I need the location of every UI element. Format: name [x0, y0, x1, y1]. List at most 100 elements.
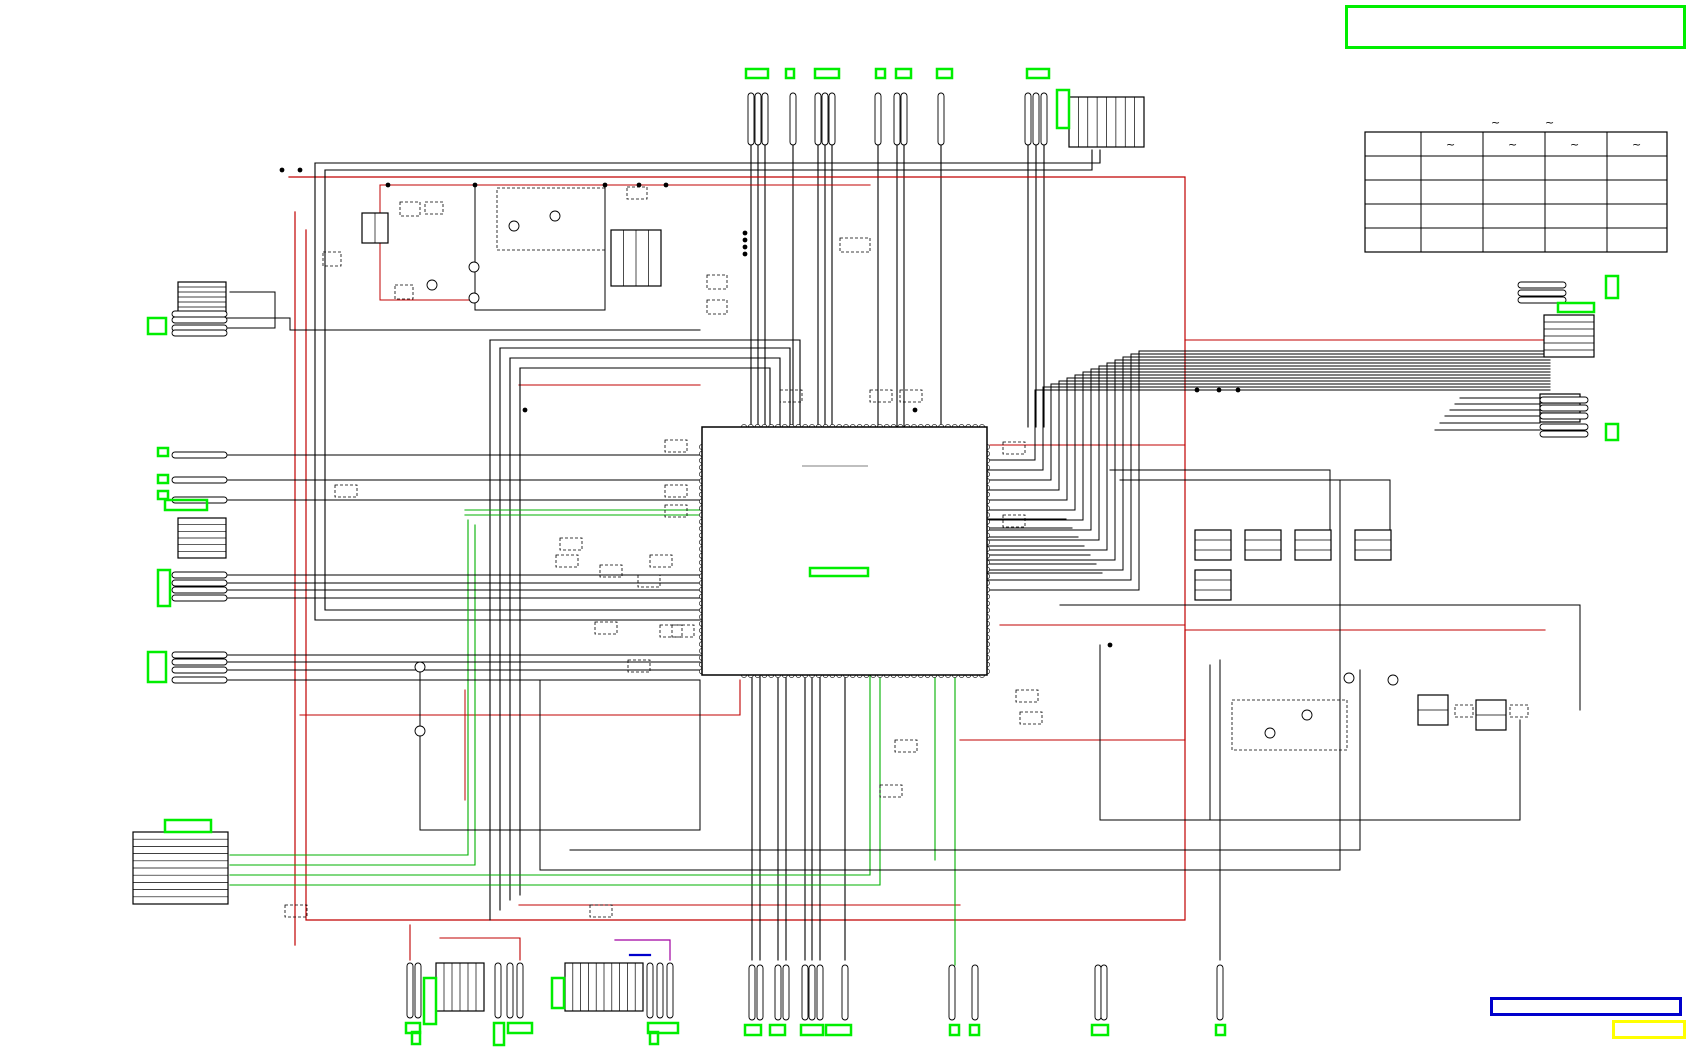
- bottom-connector-pin: [816, 964, 824, 1021]
- top-connector-pin: [821, 92, 829, 146]
- bottom-connector-pin: [1100, 964, 1108, 1021]
- left-connector-tag: [156, 473, 170, 485]
- wire: [519, 367, 771, 428]
- dashed-part: [894, 739, 918, 753]
- signal-wire: [229, 674, 871, 876]
- wire: [474, 184, 606, 311]
- right-connector-tag: [1604, 274, 1620, 300]
- relay-coil: [1294, 529, 1332, 561]
- main-ic-package: [701, 426, 988, 676]
- transistor-q5: [426, 279, 438, 291]
- top-connector-tag: [935, 67, 954, 80]
- dashed-part: [664, 439, 688, 453]
- top-connector-pin: [1024, 92, 1032, 146]
- bottom-connector-pin: [406, 962, 414, 1019]
- dashed-part: [594, 621, 618, 635]
- transistor-q10: [414, 661, 426, 673]
- transistor-q9: [1387, 674, 1399, 686]
- junction-dot: [742, 230, 748, 236]
- top-connector-pin: [893, 92, 901, 146]
- right-connector-tag: [1604, 422, 1620, 442]
- dashed-part: [626, 186, 648, 200]
- junction-dot: [742, 251, 748, 257]
- left-connector-pin: [171, 316, 228, 324]
- top-connector-pin: [789, 92, 797, 146]
- bottom-connector-pin: [948, 964, 956, 1021]
- junction-dot: [1194, 387, 1200, 393]
- relay-coil: [1194, 569, 1232, 601]
- top-connector-pin: [747, 92, 755, 146]
- top-connector-pin: [874, 92, 882, 146]
- junction-dot: [602, 182, 608, 188]
- transistor-q4: [468, 292, 480, 304]
- bottom-connector-pin: [971, 964, 979, 1021]
- junction-dot: [636, 182, 642, 188]
- left-connector-pin: [171, 666, 228, 674]
- top-connector-pin: [900, 92, 908, 146]
- table-col-mark-1: ~: [1446, 138, 1455, 151]
- dashed-part: [706, 299, 728, 315]
- transistor-q6: [1264, 727, 1276, 739]
- bottom-connector-pin: [414, 962, 422, 1019]
- top-connector-tag: [744, 67, 770, 80]
- transistor-q7: [1301, 709, 1313, 721]
- bottom-connector-tag: [824, 1023, 853, 1037]
- bottom-connector-pin: [756, 964, 764, 1021]
- left-connector-tag: [156, 568, 172, 608]
- left-connector-tag: [156, 446, 170, 458]
- dashed-part: [706, 274, 728, 290]
- junction-dot: [297, 167, 303, 173]
- left-connector-pin: [171, 651, 228, 659]
- dashed-module: [1231, 699, 1348, 751]
- wire: [314, 149, 1101, 164]
- transistor-q1: [508, 220, 520, 232]
- top-connector-pin: [1032, 92, 1040, 146]
- top-connector-pin: [814, 92, 822, 146]
- transistor-q8: [1343, 672, 1355, 684]
- signal-wire: [229, 524, 476, 866]
- top-connector-tag: [813, 67, 841, 80]
- wire: [569, 669, 1361, 851]
- bottom-connector-tag: [550, 976, 566, 1010]
- dashed-part: [1454, 704, 1474, 718]
- bottom-connector-pin: [1094, 964, 1102, 1021]
- left-connector-pin: [171, 329, 228, 337]
- aux-wire: [614, 939, 671, 961]
- right-bus-wire: [986, 386, 1551, 471]
- bottom-connector-pin: [656, 962, 664, 1019]
- dashed-part: [394, 284, 414, 300]
- junction-dot: [912, 407, 918, 413]
- dashed-part: [779, 389, 803, 403]
- bottom-connector-tag: [968, 1023, 981, 1037]
- bottom-connector-tag: [492, 1021, 506, 1047]
- left-connector-pin: [171, 594, 228, 602]
- wire: [499, 347, 791, 428]
- right-bus-wire: [986, 362, 1551, 551]
- top-connector-tag: [1025, 67, 1051, 80]
- junction-dot: [742, 237, 748, 243]
- bottom-connector-pin: [748, 964, 756, 1021]
- right-bus-wire: [986, 380, 1551, 491]
- top-connector-pin: [828, 92, 836, 146]
- wire: [226, 317, 701, 331]
- dashed-part: [1002, 514, 1026, 528]
- top-connector-tag: [894, 67, 913, 80]
- wire: [1099, 644, 1521, 821]
- left-connector-pin: [171, 579, 228, 587]
- signal-wire: [229, 519, 469, 856]
- left-connector-tag: [146, 316, 168, 336]
- bottom-connector-tag: [1214, 1023, 1227, 1037]
- left-connector-pin: [171, 310, 228, 318]
- left-connector-pin: [171, 476, 228, 484]
- dashed-part: [879, 784, 903, 798]
- power-rail: [439, 937, 521, 961]
- junction-dot: [522, 407, 528, 413]
- transistor-q3: [468, 261, 480, 273]
- right-bus-wire: [986, 377, 1551, 501]
- relay-coil: [1354, 529, 1392, 561]
- top-connector-tag: [874, 67, 887, 80]
- dashed-part: [671, 624, 695, 638]
- dashed-part: [649, 554, 673, 568]
- bottom-connector-pin: [808, 964, 816, 1021]
- right-connector-pin: [1539, 412, 1589, 420]
